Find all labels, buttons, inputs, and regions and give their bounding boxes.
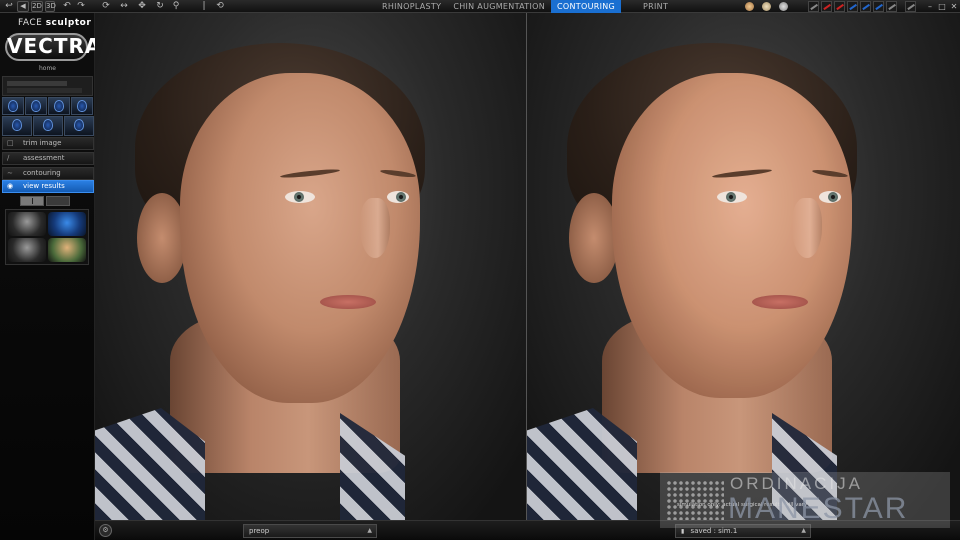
menu-contouring[interactable]: ∼ contouring [2, 167, 94, 180]
nose [792, 198, 822, 258]
draw-tool-gray-2-icon[interactable] [886, 1, 897, 12]
menu-trim-image[interactable]: □ trim image [2, 137, 94, 150]
watermark-dot-pattern [666, 480, 724, 520]
split-view-button[interactable] [20, 196, 44, 206]
back-arrow-icon[interactable]: ↩ [3, 1, 15, 12]
view-left-icon[interactable]: ◀ [17, 1, 29, 12]
watermark-line1: ORDINACIJA [730, 474, 863, 493]
thumbnail-color-map-icon[interactable] [48, 238, 86, 262]
undo-icon[interactable]: ↶ [61, 1, 73, 12]
draw-tool-red-1-icon[interactable] [821, 1, 832, 12]
face-below-icon [12, 119, 22, 131]
lock-icon: ▮ [681, 528, 685, 535]
spin-icon[interactable]: ⟲ [214, 1, 226, 12]
face-left-oblique-icon [31, 100, 41, 112]
product-name: FACE sculptor [18, 18, 91, 28]
pan-horizontal-icon[interactable]: ↔ [116, 1, 132, 12]
face-right-icon [77, 100, 87, 112]
right-select-value: saved : sim.1 [690, 527, 738, 535]
eye-icon: ◉ [7, 182, 14, 190]
screenshot-tool-icon[interactable] [905, 1, 916, 12]
minimize-icon[interactable]: – [924, 1, 936, 12]
contour-icon: ∼ [7, 169, 13, 177]
redo-icon[interactable]: ↷ [75, 1, 87, 12]
left-sidebar: FACE sculptor VECTRA home □ trim image ∕… [0, 13, 100, 540]
view-below-button[interactable] [2, 116, 32, 136]
reset-view-icon[interactable]: ↻ [154, 1, 166, 12]
left-model-select[interactable]: preop ▲ [243, 524, 377, 538]
tab-print[interactable]: PRINT [621, 0, 690, 13]
preop-3d-viewport[interactable] [95, 13, 526, 520]
move-icon[interactable]: ✥ [136, 1, 148, 12]
home-link[interactable]: home [0, 65, 95, 72]
draw-tool-blue-1-icon[interactable] [847, 1, 858, 12]
nose [360, 198, 390, 258]
2d-toggle-button[interactable]: 2D [31, 1, 43, 12]
rotate-icon[interactable]: ⟳ [100, 1, 112, 12]
brand-name: sculptor [45, 18, 92, 28]
menu-view-results[interactable]: ◉ view results [2, 180, 94, 193]
view-right-oblique-button[interactable] [48, 97, 70, 115]
view-above-button[interactable] [64, 116, 94, 136]
vectra-logo: VECTRA [5, 33, 100, 61]
draw-tool-blue-3-icon[interactable] [873, 1, 884, 12]
skin-tone-swatch-2[interactable] [762, 2, 771, 11]
menu-label: trim image [23, 139, 62, 147]
view-angle-row-1 [2, 97, 93, 115]
draw-tool-red-2-icon[interactable] [834, 1, 845, 12]
thumbnail-blue-profile-icon[interactable] [48, 212, 86, 236]
eye-left [819, 191, 841, 203]
caret-up-icon: ▲ [367, 527, 372, 534]
menu-label: contouring [23, 169, 61, 177]
view-left-profile-button[interactable] [2, 97, 24, 115]
eye-left [387, 191, 409, 203]
view-front-button[interactable] [33, 116, 63, 136]
draw-tool-gray-icon[interactable] [808, 1, 819, 12]
ruler-icon: ∕ [7, 154, 10, 162]
draw-tool-blue-2-icon[interactable] [860, 1, 871, 12]
compare-mode-toggle [20, 196, 70, 206]
face-above-icon [74, 119, 84, 131]
tab-chin-augmentation[interactable]: CHIN AUGMENTATION [447, 0, 551, 13]
brand-prefix: FACE [18, 18, 43, 28]
tab-rhinoplasty[interactable]: RHINOPLASTY [376, 0, 447, 13]
face-front-icon [43, 119, 53, 131]
face-left-icon [8, 100, 18, 112]
overlay-view-button[interactable] [46, 196, 70, 206]
procedure-tabs: RHINOPLASTY CHIN AUGMENTATION CONTOURING… [376, 0, 690, 13]
close-icon[interactable]: ✕ [948, 1, 960, 12]
patient-info-redacted [2, 76, 93, 96]
simulation-3d-viewport[interactable]: simulation only: actual surgical results… [527, 13, 960, 520]
thumbnail-gray-face-icon[interactable] [8, 212, 46, 236]
view-left-oblique-button[interactable] [25, 97, 47, 115]
lips [320, 295, 376, 309]
skin-tone-swatch-1[interactable] [745, 2, 754, 11]
maximize-icon[interactable]: □ [936, 1, 948, 12]
view-right-profile-button[interactable] [71, 97, 93, 115]
left-select-value: preop [249, 527, 270, 535]
top-toolbar: ↩ ◀ 2D 3D ↶ ↷ ⟳ ↔ ✥ ↻ ⚲ ❘ ⟲ RHINOPLASTY … [0, 0, 960, 13]
face-right-oblique-icon [54, 100, 64, 112]
clinic-watermark: ORDINACIJA MANESTAR [660, 472, 950, 528]
eye-right [717, 191, 747, 203]
tab-contouring[interactable]: CONTOURING [551, 0, 622, 13]
menu-label: view results [23, 182, 65, 190]
thumbnail-gray-profile-icon[interactable] [8, 238, 46, 262]
view-angle-row-2 [2, 116, 94, 136]
pin-icon[interactable]: ❘ [198, 1, 210, 12]
menu-label: assessment [23, 154, 65, 162]
watermark-line2: MANESTAR [728, 492, 909, 525]
result-thumbnails [5, 209, 89, 265]
zoom-icon[interactable]: ⚲ [170, 1, 182, 12]
menu-assessment[interactable]: ∕ assessment [2, 152, 94, 165]
skin-tone-swatch-3[interactable] [779, 2, 788, 11]
eye-right [285, 191, 315, 203]
settings-round-icon[interactable]: ⚙ [99, 524, 112, 537]
lips [752, 295, 808, 309]
3d-toggle-button[interactable]: 3D [45, 1, 56, 12]
crop-icon: □ [7, 139, 14, 147]
